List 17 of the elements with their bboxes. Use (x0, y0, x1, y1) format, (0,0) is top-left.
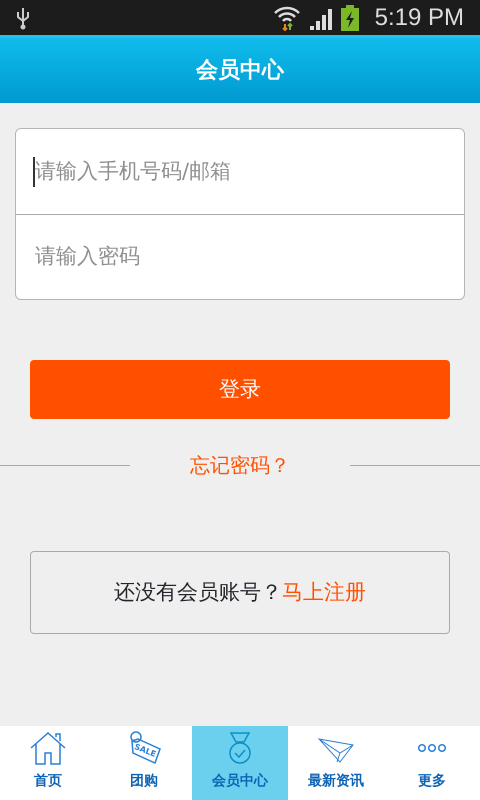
battery-icon (340, 4, 359, 30)
register-prompt: 还没有会员账号？ (114, 578, 282, 606)
status-time: 5:19 PM (374, 2, 464, 32)
house-icon (29, 731, 67, 765)
page-title: 会员中心 (196, 56, 284, 85)
login-button[interactable]: 登录 (30, 360, 450, 419)
more-icon (418, 743, 446, 753)
tab[interactable]: 会员中心 (192, 726, 288, 800)
account-field[interactable]: 请输入手机号码/邮箱 (33, 154, 447, 188)
password-field[interactable]: 请输入密码 (33, 240, 447, 274)
tab[interactable]: SALE 团购 (96, 726, 192, 800)
tab[interactable]: 更多 (384, 726, 480, 800)
tab[interactable]: 最新资讯 (288, 726, 384, 800)
tab[interactable]: 首页 (0, 726, 96, 800)
medal-icon (228, 731, 252, 765)
wifi-icon (272, 4, 301, 30)
usb-icon (16, 6, 30, 30)
